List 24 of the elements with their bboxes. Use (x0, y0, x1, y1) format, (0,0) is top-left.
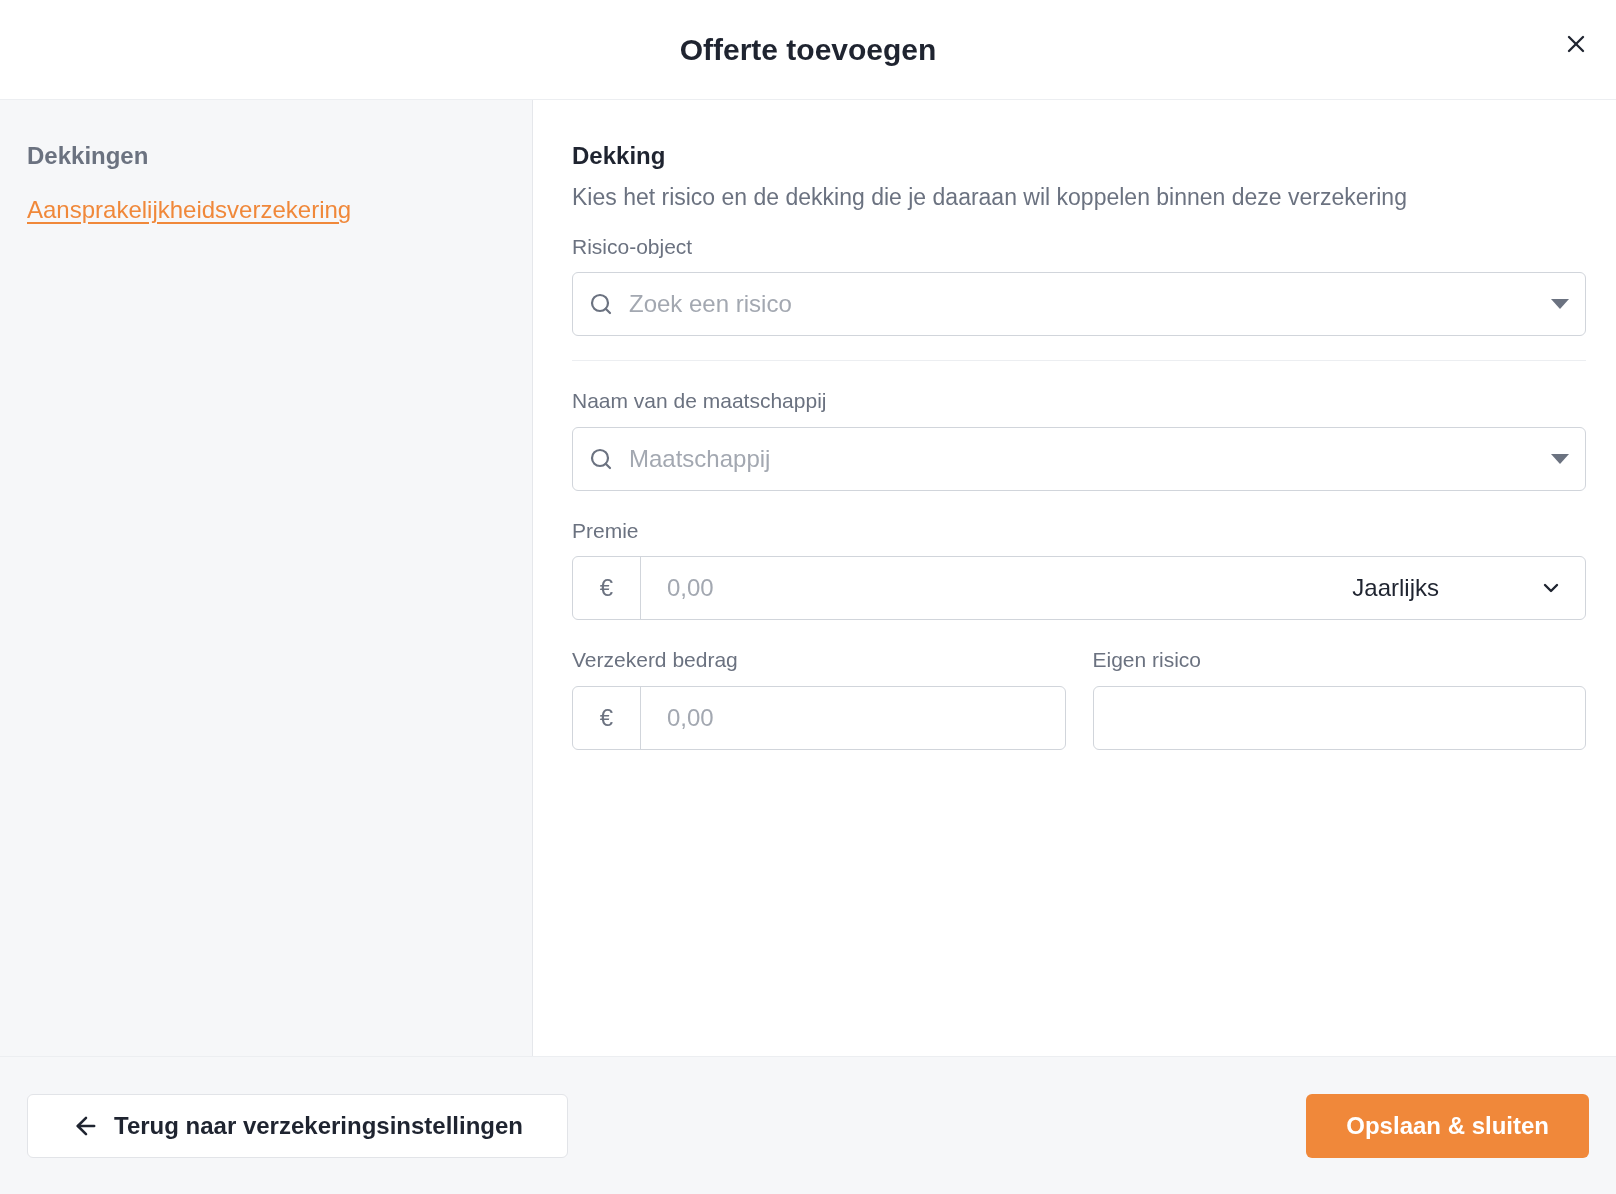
amount-input[interactable]: 0,00 (667, 699, 1065, 736)
field-label: Premie (572, 517, 640, 544)
section-title: Dekking (572, 141, 667, 171)
search-icon (589, 446, 613, 471)
search-input[interactable]: Maatschappij (629, 440, 1551, 477)
search-icon (589, 292, 613, 316)
back-button[interactable]: Terug naar verzekeringsinstellingen (27, 1093, 569, 1158)
amount-input[interactable]: 0,00 (667, 570, 1353, 606)
field-label: Eigen risico (1092, 647, 1203, 673)
field-label: Naam van de maatschappij (572, 388, 828, 414)
sidebar-heading: Dekkingen (27, 141, 150, 171)
deductible-input[interactable] (1092, 685, 1586, 750)
field-label: Risico-object (572, 233, 694, 260)
currency-field[interactable]: € 0,00 Jaarlijks (572, 556, 1586, 620)
field-label: Verzekerd bedrag (572, 647, 739, 673)
dropdown-triangle-icon (1551, 453, 1569, 464)
search-select-field[interactable]: Maatschappij (572, 426, 1586, 491)
search-select-field[interactable]: Zoek een risico (572, 272, 1586, 336)
frequency-select[interactable]: Jaarlijks (1352, 570, 1585, 606)
search-input[interactable]: Zoek een risico (629, 286, 1551, 322)
dialog-title: Offerte toevoegen (679, 32, 937, 68)
section-description: Kies het risico en de dekking die je daaraan wil koppelen binnen deze verzekering (572, 183, 1408, 212)
dropdown-triangle-icon (1551, 299, 1569, 309)
currency-field[interactable]: € 0,00 (572, 685, 1066, 750)
